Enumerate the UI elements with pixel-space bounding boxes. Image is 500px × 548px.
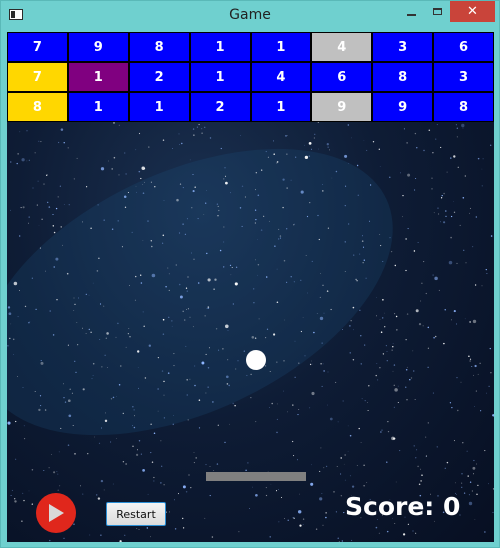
paddle[interactable] (206, 472, 306, 481)
brick: 1 (189, 62, 251, 92)
brick: 9 (311, 92, 373, 122)
brick: 9 (372, 92, 434, 122)
minimize-icon (406, 13, 416, 16)
game-canvas[interactable]: 798114367121468381121998 Restart Score: … (7, 32, 494, 542)
brick: 3 (433, 62, 494, 92)
brick: 6 (433, 32, 494, 62)
brick: 1 (250, 92, 312, 122)
restart-button[interactable]: Restart (106, 502, 166, 526)
close-icon: ✕ (467, 4, 478, 19)
brick: 6 (311, 62, 373, 92)
brick: 2 (128, 62, 190, 92)
score-display: Score: 0 (345, 492, 461, 521)
brick: 7 (7, 62, 68, 92)
play-button[interactable] (36, 493, 76, 533)
title-bar[interactable]: Game ✕ (1, 1, 499, 31)
maximize-icon (432, 8, 442, 15)
brick: 3 (372, 32, 434, 62)
play-icon (49, 504, 64, 522)
brick: 1 (67, 92, 129, 122)
minimize-button[interactable] (398, 1, 424, 22)
brick-grid: 798114367121468381121998 (7, 32, 494, 122)
brick: 1 (67, 62, 129, 92)
brick: 1 (250, 32, 312, 62)
game-window: Game ✕ 798114367121468381121998 Restart … (0, 0, 500, 548)
ball (246, 350, 266, 370)
brick: 8 (7, 92, 68, 122)
maximize-button[interactable] (424, 1, 450, 22)
brick: 1 (189, 32, 251, 62)
brick: 1 (128, 92, 190, 122)
close-button[interactable]: ✕ (450, 1, 495, 22)
brick: 2 (189, 92, 251, 122)
brick: 8 (128, 32, 190, 62)
brick: 7 (7, 32, 68, 62)
brick: 8 (372, 62, 434, 92)
brick: 4 (311, 32, 373, 62)
brick: 9 (67, 32, 129, 62)
brick: 4 (250, 62, 312, 92)
brick: 8 (433, 92, 494, 122)
